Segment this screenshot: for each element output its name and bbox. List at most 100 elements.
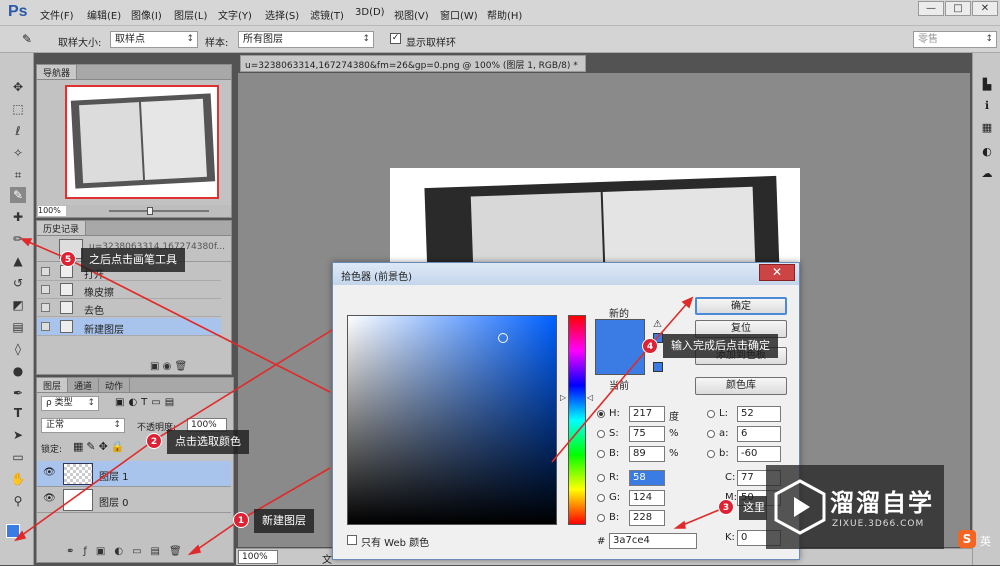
l-radio[interactable] bbox=[707, 410, 715, 418]
document-tab[interactable]: u=3238063314,167274380&fm=26&gp=0.png @ … bbox=[240, 55, 586, 72]
close-window-button[interactable]: ✕ bbox=[972, 1, 998, 16]
visibility-eye-icon[interactable]: 👁 bbox=[43, 493, 56, 504]
color-libraries-button[interactable]: 颜色库 bbox=[695, 377, 787, 395]
sample-size-select[interactable]: 取样点 bbox=[110, 31, 198, 48]
ime-language[interactable]: 英 bbox=[980, 533, 991, 549]
navigator-preview[interactable] bbox=[65, 85, 219, 199]
hue-slider[interactable] bbox=[568, 315, 586, 525]
lasso-tool-icon[interactable]: ℓ bbox=[10, 123, 26, 139]
menu-select[interactable]: 选择(S) bbox=[265, 7, 299, 22]
dialog-close-button[interactable]: ✕ bbox=[759, 264, 795, 281]
web-safe-swatch[interactable] bbox=[653, 362, 663, 372]
filter-icons[interactable]: ▣◐T▭▤ bbox=[115, 397, 178, 408]
swatches-icon[interactable]: ▦ bbox=[980, 121, 994, 135]
menu-edit[interactable]: 编辑(E) bbox=[87, 7, 121, 22]
crop-tool-icon[interactable]: ⌗ bbox=[10, 167, 26, 183]
show-ring-checkbox[interactable]: ✓ bbox=[390, 33, 401, 44]
menu-file[interactable]: 文件(F) bbox=[40, 7, 74, 22]
history-item-selected[interactable]: 新建图层 bbox=[37, 318, 221, 336]
menu-type[interactable]: 文字(Y) bbox=[218, 7, 252, 22]
eraser-tool-icon[interactable]: ◩ bbox=[10, 297, 26, 313]
history-item[interactable]: 去色 bbox=[37, 299, 221, 317]
brightness-field[interactable]: 89 bbox=[629, 446, 665, 462]
hue-slider-right-arrow[interactable]: ◁ bbox=[587, 393, 593, 402]
navigator-zoom-field[interactable]: 100% bbox=[38, 206, 66, 216]
layer-filter-select[interactable]: ρ 类型 bbox=[41, 396, 99, 411]
actions-tab[interactable]: 动作 bbox=[99, 378, 131, 392]
move-tool-icon[interactable]: ✥ bbox=[10, 79, 26, 95]
eyedropper-icon[interactable]: ✎ bbox=[22, 32, 32, 46]
ime-logo-icon[interactable]: S bbox=[958, 530, 976, 548]
navigator-slider-handle[interactable] bbox=[147, 207, 153, 215]
history-footer-icons[interactable]: ▣ ◉ 🗑 bbox=[150, 361, 187, 372]
channels-tab[interactable]: 通道 bbox=[68, 378, 100, 392]
adjustments-icon[interactable]: ◐ bbox=[980, 145, 994, 159]
menu-image[interactable]: 图像(I) bbox=[131, 7, 162, 22]
a-field[interactable]: 6 bbox=[737, 426, 781, 442]
marquee-tool-icon[interactable]: ⬚ bbox=[10, 101, 26, 117]
status-zoom[interactable]: 100% bbox=[238, 550, 278, 564]
healing-tool-icon[interactable]: ✚ bbox=[10, 209, 26, 225]
navigator-zoom-slider[interactable] bbox=[109, 210, 209, 212]
color-field-cursor[interactable] bbox=[498, 333, 508, 343]
document-canvas[interactable] bbox=[390, 168, 800, 285]
quick-select-tool-icon[interactable]: ✧ bbox=[10, 145, 26, 161]
hue-field[interactable]: 217 bbox=[629, 406, 665, 422]
history-tab[interactable]: 历史记录 bbox=[37, 221, 87, 235]
hex-field[interactable]: 3a7ce4 bbox=[609, 533, 697, 549]
hand-tool-icon[interactable]: ✋ bbox=[10, 471, 26, 487]
menu-window[interactable]: 窗口(W) bbox=[440, 7, 478, 22]
red-radio[interactable] bbox=[597, 474, 605, 482]
histogram-icon[interactable]: ▙ bbox=[980, 78, 994, 92]
blur-tool-icon[interactable]: ◊ bbox=[10, 341, 26, 357]
hue-slider-left-arrow[interactable]: ▷ bbox=[560, 393, 566, 402]
shape-tool-icon[interactable]: ▭ bbox=[10, 449, 26, 465]
gamut-warning-icon[interactable]: ⚠ bbox=[653, 319, 662, 330]
layer-row-selected[interactable]: 👁 图层 1 bbox=[37, 461, 231, 487]
lab-b-radio[interactable] bbox=[707, 450, 715, 458]
lock-icons[interactable]: ▦✎✥🔒 bbox=[73, 440, 128, 453]
hue-radio[interactable] bbox=[597, 410, 605, 418]
brightness-radio[interactable] bbox=[597, 450, 605, 458]
info-icon[interactable]: ℹ bbox=[980, 99, 994, 113]
navigator-tab[interactable]: 导航器 bbox=[37, 65, 78, 79]
lab-b-field[interactable]: -60 bbox=[737, 446, 781, 462]
layers-tab[interactable]: 图层 bbox=[37, 378, 69, 392]
ok-button[interactable]: 确定 bbox=[695, 297, 787, 315]
visibility-eye-icon[interactable]: 👁 bbox=[43, 467, 56, 478]
zoom-tool-icon[interactable]: ⚲ bbox=[10, 493, 26, 509]
menu-help[interactable]: 帮助(H) bbox=[487, 7, 522, 22]
blue-field[interactable]: 228 bbox=[629, 510, 665, 526]
gradient-tool-icon[interactable]: ▤ bbox=[10, 319, 26, 335]
sample-select[interactable]: 所有图层 bbox=[238, 31, 374, 48]
workspace-select[interactable]: 零售 bbox=[913, 31, 997, 48]
menu-filter[interactable]: 滤镜(T) bbox=[310, 7, 344, 22]
history-brush-tool-icon[interactable]: ↺ bbox=[10, 275, 26, 291]
minimize-button[interactable]: — bbox=[918, 1, 944, 16]
history-item[interactable]: 橡皮擦 bbox=[37, 281, 221, 299]
path-select-tool-icon[interactable]: ➤ bbox=[10, 427, 26, 443]
brush-tool-icon[interactable]: ✏ bbox=[10, 231, 26, 247]
green-field[interactable]: 124 bbox=[629, 490, 665, 506]
red-field[interactable]: 58 bbox=[629, 470, 665, 486]
green-radio[interactable] bbox=[597, 494, 605, 502]
saturation-radio[interactable] bbox=[597, 430, 605, 438]
eyedropper-tool-icon[interactable]: ✎ bbox=[10, 187, 26, 203]
menu-view[interactable]: 视图(V) bbox=[394, 7, 429, 22]
menu-layer[interactable]: 图层(L) bbox=[174, 7, 207, 22]
l-field[interactable]: 52 bbox=[737, 406, 781, 422]
menu-3d[interactable]: 3D(D) bbox=[355, 7, 385, 18]
layers-footer-icons[interactable]: ⚭ƒ▣◐▭▤🗑 bbox=[66, 546, 191, 557]
saturation-field[interactable]: 75 bbox=[629, 426, 665, 442]
type-tool-icon[interactable]: T bbox=[10, 405, 26, 421]
styles-icon[interactable]: ☁ bbox=[980, 167, 994, 181]
stamp-tool-icon[interactable]: ▲ bbox=[10, 253, 26, 269]
a-radio[interactable] bbox=[707, 430, 715, 438]
color-field[interactable] bbox=[347, 315, 557, 525]
foreground-color-swatch[interactable] bbox=[6, 524, 20, 538]
pen-tool-icon[interactable]: ✒ bbox=[10, 385, 26, 401]
dodge-tool-icon[interactable]: ● bbox=[10, 363, 26, 379]
layer-row[interactable]: 👁 图层 0 bbox=[37, 487, 231, 513]
blend-mode-select[interactable]: 正常 bbox=[41, 418, 125, 433]
maximize-button[interactable]: □ bbox=[945, 1, 971, 16]
